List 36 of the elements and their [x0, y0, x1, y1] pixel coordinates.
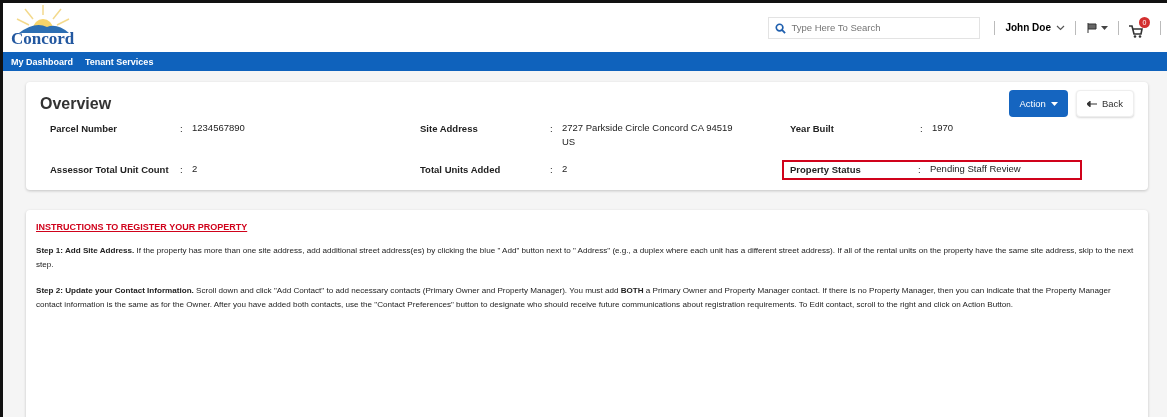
field-label: Assessor Total Unit Count	[50, 163, 170, 175]
field-label: Total Units Added	[420, 163, 502, 175]
chevron-icon	[1056, 24, 1065, 31]
colon-separator: :	[550, 163, 554, 175]
field-value: 2727 Parkside Circle Concord CA 94519 US	[562, 121, 734, 150]
cart-icon	[1129, 25, 1143, 38]
city-logo[interactable]: Concord	[11, 3, 75, 52]
step-paragraph: Step 1: Add Site Address. If the property has more than one site address, add additional street address(es) by clicking the blue " Add" button next to " Address" (e.g., a duplex where each unit has a different street address). If all of the rental units on the property have the same site address, skip to the next step.	[36, 244, 1135, 271]
action-button[interactable]: Action	[1009, 90, 1068, 117]
colon-separator: :	[920, 123, 924, 134]
field-label: Site Address	[420, 123, 479, 134]
section-title: Overview	[40, 94, 112, 113]
colon-separator: :	[180, 163, 184, 175]
arrow-left-icon	[1086, 100, 1097, 107]
flag-icon	[1086, 21, 1098, 34]
field-label: Year Built	[790, 123, 835, 134]
field-value: Pending Staff Review	[930, 161, 1022, 176]
field-value: 1970	[932, 121, 955, 135]
caret-icon	[1050, 101, 1058, 106]
field-value: 2	[192, 161, 199, 176]
caret-icon	[1101, 25, 1108, 30]
step-paragraph: Step 2: Update your Contact Information. Scroll down and click "Add Contact" to add necessary contacts (Primary Owner and Property Manager). You must add BOTH a Primary Owner and Property Manager contact. If there is no Property Manager, then you can indicate that the Property Manager contact information is the same as for the Owner. After you have added both contacts, use the "Contact Preferences" button to designate who should receive future communications about registration requirements. To Edit contact, scroll to the right and click on Action Button.	[36, 285, 1112, 312]
back-button[interactable]: Back	[1075, 90, 1134, 117]
nav-link[interactable]: Tenant Services	[85, 56, 154, 67]
field-value: 1234567890	[192, 121, 246, 135]
search-field[interactable]: Type Here To Search	[768, 16, 981, 39]
field-label: Property Status	[790, 163, 862, 175]
user-menu[interactable]: John Doe	[1005, 22, 1065, 33]
field-value: 2	[562, 161, 569, 176]
language-menu[interactable]	[1086, 21, 1108, 34]
colon-separator: :	[550, 123, 554, 134]
instructions-title: INSTRUCTIONS TO REGISTER YOUR PROPERTY	[36, 221, 249, 232]
colon-separator: :	[918, 163, 922, 175]
nav-link[interactable]: My Dashboard	[11, 56, 73, 67]
colon-separator: :	[180, 123, 184, 134]
field-label: Parcel Number	[50, 123, 119, 134]
